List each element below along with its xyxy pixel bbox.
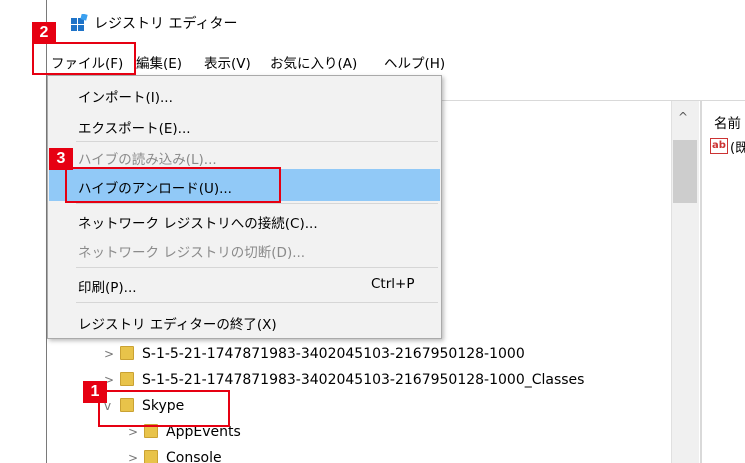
- folder-icon: [144, 450, 158, 463]
- scrollbar-thumb[interactable]: [673, 140, 697, 203]
- menu-item-disconnect-network-registry: ネットワーク レジストリの切断(D)...: [78, 245, 306, 261]
- menu-separator: [76, 267, 438, 268]
- tree-item-label: Console: [166, 450, 222, 463]
- folder-icon: [120, 346, 134, 360]
- menu-help[interactable]: ヘルプ(H): [384, 52, 445, 72]
- string-value-icon: ab: [710, 138, 728, 154]
- file-menu-dropdown: [47, 75, 442, 339]
- chevron-right-icon[interactable]: >: [104, 347, 120, 361]
- folder-icon: [120, 372, 134, 386]
- tree-item-label: S-1-5-21-1747871983-3402045103-216795012…: [142, 346, 525, 362]
- menu-separator: [76, 141, 438, 142]
- column-header-name[interactable]: 名前: [714, 112, 741, 132]
- menu-view[interactable]: 表示(V): [204, 52, 251, 72]
- regedit-app-icon: [71, 14, 88, 31]
- chevron-right-icon[interactable]: >: [128, 425, 144, 439]
- tree-item-label: S-1-5-21-1747871983-3402045103-216795012…: [142, 372, 585, 388]
- menu-edit[interactable]: 編集(E): [136, 52, 182, 72]
- tree-item-sid[interactable]: > S-1-5-21-1747871983-3402045103-21679501…: [104, 346, 525, 370]
- menu-separator: [76, 203, 438, 204]
- menu-item-load-hive: ハイブの読み込み(L)...: [78, 152, 217, 168]
- annotation-box-unload-hive: [65, 167, 281, 203]
- value-name-default[interactable]: (既: [730, 137, 745, 156]
- chevron-right-icon[interactable]: >: [128, 451, 144, 463]
- annotation-box-file-menu: [32, 42, 136, 75]
- menu-item-exit[interactable]: レジストリ エディターの終了(X): [78, 313, 277, 333]
- menu-item-print[interactable]: 印刷(P)...: [78, 276, 137, 296]
- annotation-box-skype: [98, 390, 230, 427]
- annotation-badge-2: 2: [32, 22, 56, 44]
- scroll-up-arrow-icon[interactable]: ^: [678, 110, 688, 124]
- tree-item-console[interactable]: > Console: [128, 450, 222, 463]
- menu-item-export[interactable]: エクスポート(E)...: [78, 117, 191, 137]
- annotation-badge-3: 3: [49, 148, 73, 170]
- menu-favorites[interactable]: お気に入り(A): [270, 52, 357, 72]
- print-shortcut: Ctrl+P: [371, 276, 415, 292]
- menu-separator: [76, 302, 438, 303]
- annotation-badge-1: 1: [83, 381, 107, 403]
- pane-splitter[interactable]: [700, 101, 702, 463]
- tree-item-appevents[interactable]: > AppEvents: [128, 424, 241, 448]
- menu-item-import[interactable]: インポート(I)...: [78, 86, 173, 106]
- window-title: レジストリ エディター: [94, 16, 238, 32]
- menu-item-connect-network-registry[interactable]: ネットワーク レジストリへの接続(C)...: [78, 212, 318, 232]
